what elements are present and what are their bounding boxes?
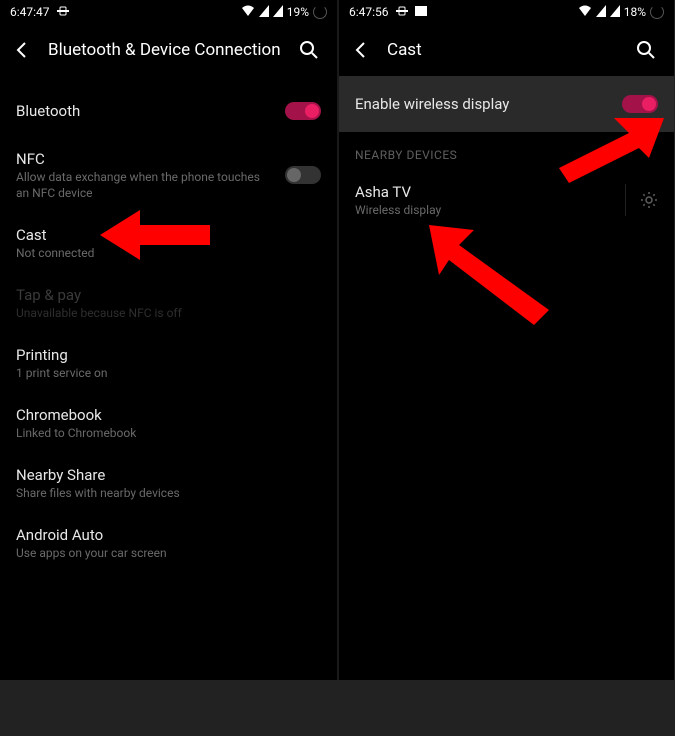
loading-icon <box>313 5 327 19</box>
clock: 6:47:47 <box>10 5 50 19</box>
nfc-toggle[interactable] <box>285 166 321 184</box>
dnd-icon <box>56 5 70 19</box>
image-icon <box>415 5 427 19</box>
battery-text: 18% <box>624 5 646 19</box>
clock: 6:47:56 <box>349 5 389 19</box>
page-title: Cast <box>387 40 620 60</box>
row-subtitle: Linked to Chromebook <box>16 425 321 441</box>
wireless-display-toggle[interactable] <box>622 95 658 113</box>
row-title: Tap & pay <box>16 285 321 305</box>
annotation-arrow <box>429 225 559 325</box>
row-nfc[interactable]: NFC Allow data exchange when the phone t… <box>0 137 337 213</box>
row-title: Nearby Share <box>16 465 321 485</box>
search-icon[interactable] <box>297 38 321 62</box>
row-enable-wireless-display[interactable]: Enable wireless display <box>339 76 674 132</box>
bluetooth-toggle[interactable] <box>285 102 321 120</box>
status-bar: 6:47:56 18% <box>339 0 674 24</box>
dnd-icon <box>395 5 409 19</box>
row-subtitle: Not connected <box>16 245 321 261</box>
row-title: Chromebook <box>16 405 321 425</box>
header: Cast <box>339 24 674 76</box>
search-icon[interactable] <box>634 38 658 62</box>
row-title: Android Auto <box>16 525 321 545</box>
row-chromebook[interactable]: Chromebook Linked to Chromebook <box>0 393 337 453</box>
row-title: NFC <box>16 149 275 169</box>
row-subtitle: 1 print service on <box>16 365 321 381</box>
row-tap-pay: Tap & pay Unavailable because NFC is off <box>0 273 337 333</box>
row-subtitle: Allow data exchange when the phone touch… <box>16 169 275 201</box>
row-subtitle: Unavailable because NFC is off <box>16 305 321 321</box>
row-nearby-share[interactable]: Nearby Share Share files with nearby dev… <box>0 453 337 513</box>
row-device[interactable]: Asha TV Wireless display <box>339 170 674 230</box>
screen-bluetooth-settings: 6:47:47 19% Bluetooth & Device Connectio… <box>0 0 337 680</box>
page-title: Bluetooth & Device Connection <box>48 40 283 60</box>
wifi-icon <box>241 5 255 20</box>
wifi-icon <box>578 5 592 20</box>
back-icon[interactable] <box>10 38 34 62</box>
status-bar: 6:47:47 19% <box>0 0 337 24</box>
battery-text: 19% <box>287 5 309 19</box>
row-title: Bluetooth <box>16 101 275 121</box>
row-cast[interactable]: Cast Not connected <box>0 213 337 273</box>
gear-icon[interactable] <box>625 184 658 216</box>
device-subtitle: Wireless display <box>355 202 615 218</box>
signal-icon <box>596 5 606 20</box>
row-bluetooth[interactable]: Bluetooth <box>0 77 337 137</box>
row-subtitle: Share files with nearby devices <box>16 485 321 501</box>
section-header: NEARBY DEVICES <box>339 132 674 170</box>
row-android-auto[interactable]: Android Auto Use apps on your car screen <box>0 513 337 573</box>
screen-cast: 6:47:56 18% Cast Enable wireless display… <box>337 0 674 680</box>
row-subtitle: Use apps on your car screen <box>16 545 321 561</box>
row-printing[interactable]: Printing 1 print service on <box>0 333 337 393</box>
loading-icon <box>650 5 664 19</box>
row-title: Cast <box>16 225 321 245</box>
back-icon[interactable] <box>349 38 373 62</box>
signal-icon <box>610 5 620 20</box>
row-title: Printing <box>16 345 321 365</box>
device-name: Asha TV <box>355 182 615 202</box>
header: Bluetooth & Device Connection <box>0 24 337 76</box>
signal-icon <box>273 5 283 20</box>
row-title: Enable wireless display <box>355 94 612 114</box>
signal-icon <box>259 5 269 20</box>
